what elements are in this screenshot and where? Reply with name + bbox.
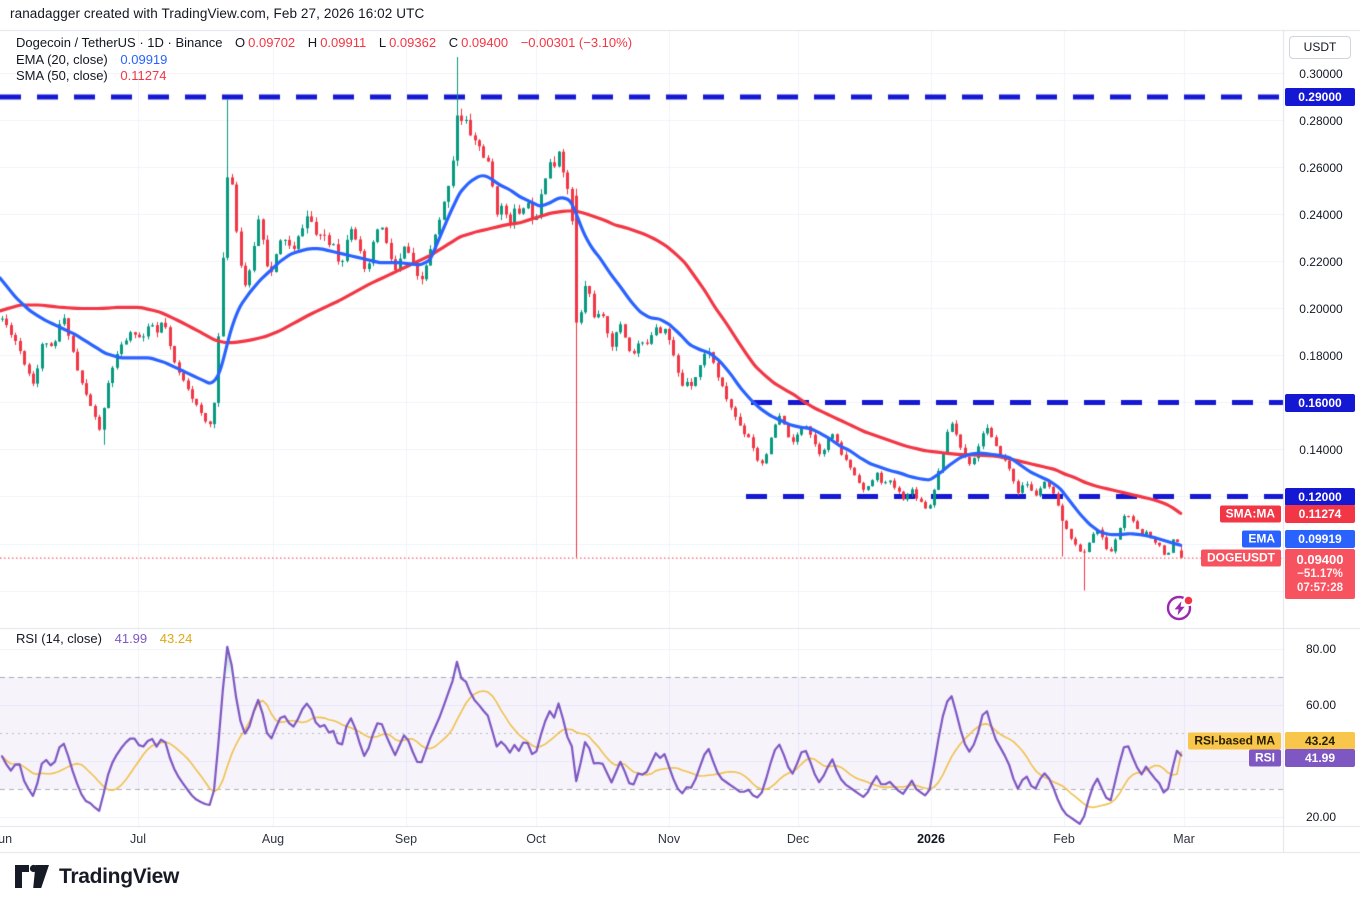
time-tick-2026: 2026 [917, 832, 945, 846]
time-tick-Jun: Jun [0, 832, 12, 846]
rsi-series-tag: RSI [1249, 750, 1281, 767]
tradingview-logo-icon [14, 864, 50, 889]
drawdown-percent: −51.17% [1285, 567, 1355, 581]
price-chart-canvas[interactable] [0, 0, 1360, 912]
last-price-value: 0.09400 [1285, 552, 1355, 567]
rsi-value: 41.99 [115, 631, 148, 646]
price-tick: 0.30000 [1285, 67, 1357, 81]
tradingview-logo[interactable]: TradingView [14, 864, 179, 889]
rsi-legend-row[interactable]: RSI (14, close) 41.99 43.24 [16, 631, 195, 646]
ema-price-tag: 0.09919 [1285, 530, 1355, 548]
price-tick: 0.14000 [1285, 443, 1357, 457]
time-tick-Mar: Mar [1173, 832, 1195, 846]
creator-watermark: ranadagger created with TradingView.com,… [10, 6, 424, 21]
open-value: 0.09702 [248, 35, 295, 50]
price-tick: 0.20000 [1285, 302, 1357, 316]
symbol-title: Dogecoin / TetherUS · 1D · Binance [16, 35, 222, 50]
ema-series-tag: EMA [1242, 531, 1281, 548]
high-value: 0.09911 [320, 35, 366, 50]
time-tick-Jul: Jul [130, 832, 146, 846]
level-price-tag-0.29: 0.29000 [1285, 88, 1355, 106]
level-price-tag-0.12: 0.12000 [1285, 488, 1355, 506]
last-price-tag: 0.09400 −51.17% 07:57:28 [1285, 549, 1355, 599]
sma-price-tag: 0.11274 [1285, 505, 1355, 523]
price-tick: 0.18000 [1285, 349, 1357, 363]
rsi-tick: 60.00 [1285, 698, 1357, 712]
rsi-axis-tag: 41.99 [1285, 749, 1355, 767]
open-label: O [235, 35, 245, 50]
level-price-tag-0.16: 0.16000 [1285, 394, 1355, 412]
rsi-label: RSI (14, close) [16, 631, 102, 646]
time-tick-Feb: Feb [1053, 832, 1075, 846]
price-tick: 0.22000 [1285, 255, 1357, 269]
brand-name: TradingView [59, 865, 179, 889]
rsi-tick: 80.00 [1285, 642, 1357, 656]
bar-countdown: 07:57:28 [1285, 581, 1355, 595]
rsi-ma-axis-tag: 43.24 [1285, 732, 1355, 750]
rsi-tick: 20.00 [1285, 810, 1357, 824]
time-tick-Aug: Aug [262, 832, 284, 846]
rsi-ma-value: 43.24 [160, 631, 193, 646]
symbol-legend-row[interactable]: Dogecoin / TetherUS · 1D · Binance O0.09… [16, 35, 635, 50]
rsi-ma-series-tag: RSI-based MA [1188, 733, 1281, 750]
high-label: H [308, 35, 317, 50]
sma-value: 0.11274 [120, 68, 166, 83]
close-label: C [449, 35, 458, 50]
lightning-circle-icon [1163, 591, 1197, 625]
currency-toggle-button[interactable]: USDT [1289, 36, 1351, 59]
sma-label: SMA (50, close) [16, 68, 108, 83]
time-tick-Sep: Sep [395, 832, 417, 846]
price-tick: 0.28000 [1285, 114, 1357, 128]
ema-label: EMA (20, close) [16, 52, 108, 67]
low-value: 0.09362 [389, 35, 436, 50]
change-value: −0.00301 (−3.10%) [521, 35, 632, 50]
close-value: 0.09400 [461, 35, 508, 50]
time-tick-Oct: Oct [526, 832, 545, 846]
time-tick-Dec: Dec [787, 832, 809, 846]
ema-legend-row[interactable]: EMA (20, close) 0.09919 [16, 52, 170, 67]
low-label: L [379, 35, 386, 50]
ema-value: 0.09919 [120, 52, 167, 67]
price-tick: 0.24000 [1285, 208, 1357, 222]
symbol-series-tag: DOGEUSDT [1201, 549, 1281, 566]
sma-legend-row[interactable]: SMA (50, close) 0.11274 [16, 68, 169, 83]
sma-series-tag: SMA:MA [1220, 505, 1281, 522]
price-tick: 0.26000 [1285, 161, 1357, 175]
time-tick-Nov: Nov [658, 832, 680, 846]
